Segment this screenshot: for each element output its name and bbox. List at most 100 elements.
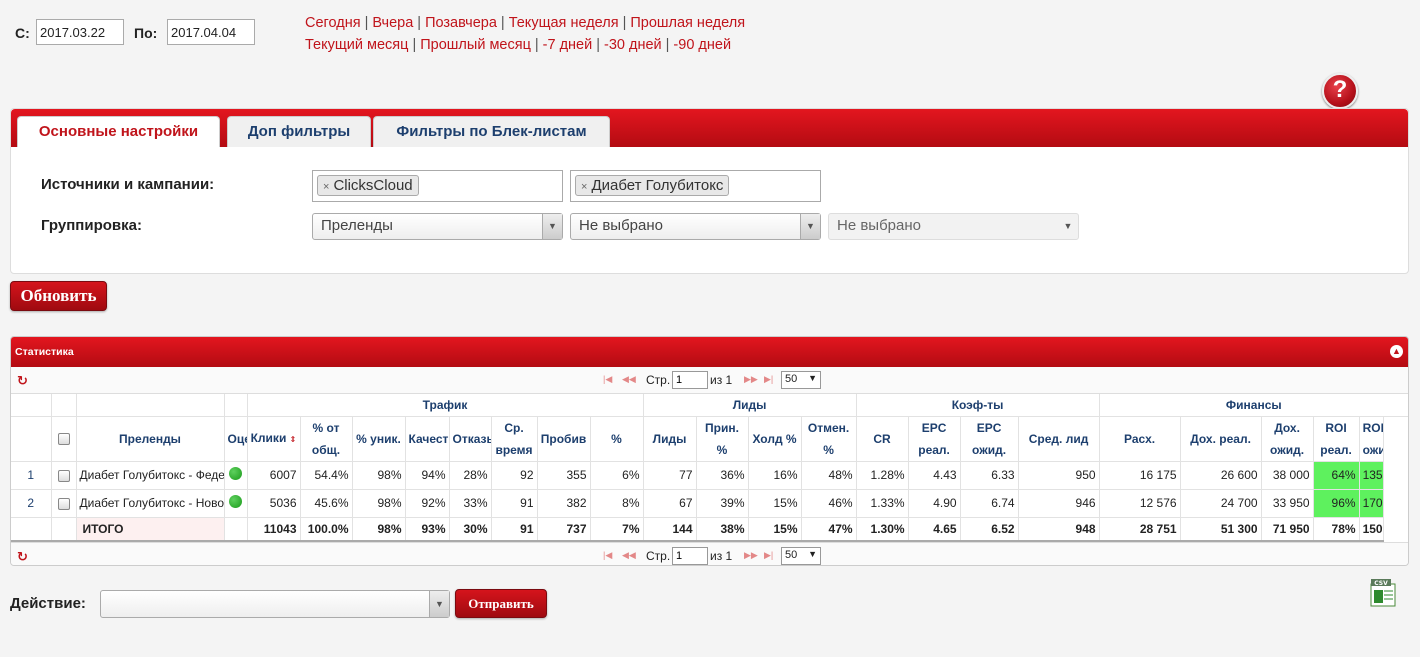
token-remove-icon[interactable]: × [323, 181, 329, 193]
col-quality[interactable]: Качество [405, 416, 450, 462]
cell-income-real: 26 600 [1180, 461, 1262, 490]
first-page-icon[interactable]: |◀ [603, 550, 612, 561]
total-row: ИТОГО 11043 100.0% 98% 93% 30% 91 737 7%… [11, 517, 1408, 542]
tab-main-settings[interactable]: Основные настройки [17, 116, 220, 147]
cell-accepted-pct: 38% [696, 517, 749, 542]
cell-epc-real: 4.65 [908, 517, 961, 542]
page-label: Стр. [646, 373, 671, 387]
col-epc-exp[interactable]: EPC ожид. [960, 416, 1019, 462]
next-page-icon[interactable]: ▶▶ [744, 550, 758, 561]
sources-multiselect-1[interactable]: × ClicksCloud [312, 170, 563, 202]
last-page-icon[interactable]: ▶| [764, 550, 773, 561]
cell-probiv: 382 [537, 489, 591, 518]
link-minus-90-days[interactable]: -90 дней [673, 37, 731, 53]
col-cr[interactable]: CR [856, 416, 909, 462]
col-prelanding[interactable]: Преленды [76, 416, 225, 462]
submit-action-button[interactable]: Отправить [455, 589, 547, 618]
tab-extra-filters[interactable]: Доп фильтры [227, 116, 371, 147]
refresh-icon[interactable]: ↻ [17, 549, 28, 565]
action-select[interactable]: ▼ [100, 590, 450, 618]
cell-avg-time: 92 [491, 461, 538, 490]
cell-avg-time: 91 [491, 489, 538, 518]
table-row[interactable]: 1 Диабет Голубитокс - Федеральный 6007 5… [11, 461, 1408, 490]
cell-cr: 1.33% [856, 489, 909, 518]
link-current-month[interactable]: Текущий месяц [305, 37, 408, 53]
col-expense[interactable]: Расх. [1099, 416, 1181, 462]
cell-quality: 93% [405, 517, 450, 542]
next-page-icon[interactable]: ▶▶ [744, 374, 758, 385]
col-hold-pct[interactable]: Холд % [748, 416, 802, 462]
link-last-month[interactable]: Прошлый месяц [420, 37, 531, 53]
cell-pct-uniq: 98% [352, 461, 406, 490]
link-minus-7-days[interactable]: -7 дней [543, 37, 593, 53]
prev-page-icon[interactable]: ◀◀ [622, 374, 636, 385]
col-pct-total[interactable]: % от общ. [300, 416, 353, 462]
separator: | [364, 15, 369, 31]
cell-roi-real: 78% [1313, 517, 1360, 542]
cell-avg-lead: 950 [1018, 461, 1100, 490]
link-today[interactable]: Сегодня [305, 15, 361, 31]
refresh-icon[interactable]: ↻ [17, 373, 28, 389]
col-epc-real[interactable]: EPC реал. [908, 416, 961, 462]
col-avg-time[interactable]: Ср. время [491, 416, 538, 462]
settings-panel: Основные настройки Доп фильтры Фильтры п… [10, 108, 1409, 274]
col-pct[interactable]: % [590, 416, 644, 462]
page-input[interactable] [672, 547, 708, 565]
col-canceled-pct[interactable]: Отмен. % [801, 416, 857, 462]
help-icon[interactable]: ? [1322, 73, 1358, 109]
col-roi-exp[interactable]: ROI ожид. [1359, 416, 1385, 462]
link-minus-30-days[interactable]: -30 дней [604, 37, 662, 53]
page-size-select[interactable]: 50 ▼ [781, 371, 821, 389]
link-yesterday[interactable]: Вчера [372, 15, 413, 31]
col-accepted-pct[interactable]: Прин. % [696, 416, 749, 462]
cell-empty [51, 517, 77, 542]
update-button[interactable]: Обновить [10, 281, 107, 311]
grouping-select-1[interactable]: Преленды ▼ [312, 213, 563, 240]
table-row[interactable]: 2 Диабет Голубитокс - Новости 5036 45.6%… [11, 489, 1408, 518]
tab-blacklist-filters[interactable]: Фильтры по Блек-листам [373, 116, 610, 147]
sources-multiselect-2[interactable]: × Диабет Голубитокс [570, 170, 821, 202]
date-to-input[interactable] [167, 19, 255, 45]
date-to-label: По: [134, 25, 158, 41]
link-last-week[interactable]: Прошлая неделя [630, 15, 745, 31]
first-page-icon[interactable]: |◀ [603, 374, 612, 385]
csv-export-icon[interactable]: CSV [1370, 579, 1398, 607]
col-roi-real[interactable]: ROI реал. [1313, 416, 1360, 462]
row-checkbox[interactable] [57, 469, 70, 482]
link-current-week[interactable]: Текущая неделя [509, 15, 619, 31]
cell-canceled-pct: 46% [801, 489, 857, 518]
row-checkbox[interactable] [57, 497, 70, 510]
col-clicks[interactable]: Клики ⇕ [247, 416, 301, 462]
group-header-leads: Лиды [643, 394, 857, 417]
cell-pct-total: 45.6% [300, 489, 353, 518]
col-rating[interactable]: Оценка [224, 416, 248, 462]
cell-avg-lead: 948 [1018, 517, 1100, 542]
page-size-select[interactable]: 50 ▼ [781, 547, 821, 565]
col-income-real[interactable]: Дох. реал. [1180, 416, 1262, 462]
cell-clicks: 6007 [247, 461, 301, 490]
col-pct-uniq[interactable]: % уник. [352, 416, 406, 462]
row-select[interactable] [51, 461, 77, 490]
last-page-icon[interactable]: ▶| [764, 374, 773, 385]
cell-pct-uniq: 98% [352, 517, 406, 542]
col-select-all[interactable] [51, 416, 77, 462]
token-remove-icon[interactable]: × [581, 181, 587, 193]
pager-top: ↻ |◀ ◀◀ Стр. из 1 ▶▶ ▶| 50 ▼ [11, 367, 1408, 394]
grouping-select-2[interactable]: Не выбрано ▼ [570, 213, 821, 240]
col-probiv[interactable]: Пробив [537, 416, 591, 462]
date-from-input[interactable] [36, 19, 124, 45]
page-input[interactable] [672, 371, 708, 389]
select-all-checkbox[interactable] [57, 433, 70, 446]
col-bounces[interactable]: Отказы [449, 416, 492, 462]
row-select[interactable] [51, 489, 77, 518]
header-empty [11, 394, 52, 417]
col-avg-lead[interactable]: Сред. лид [1018, 416, 1100, 462]
token-clickscloud: × ClicksCloud [317, 175, 419, 196]
collapse-icon[interactable]: ▲ [1390, 345, 1403, 358]
col-income-exp[interactable]: Дох. ожид. [1261, 416, 1314, 462]
col-leads[interactable]: Лиды [643, 416, 697, 462]
group-header-traffic: Трафик [247, 394, 644, 417]
link-day-before-yesterday[interactable]: Позавчера [425, 15, 497, 31]
grouping-select-1-value: Преленды [321, 217, 393, 234]
prev-page-icon[interactable]: ◀◀ [622, 550, 636, 561]
